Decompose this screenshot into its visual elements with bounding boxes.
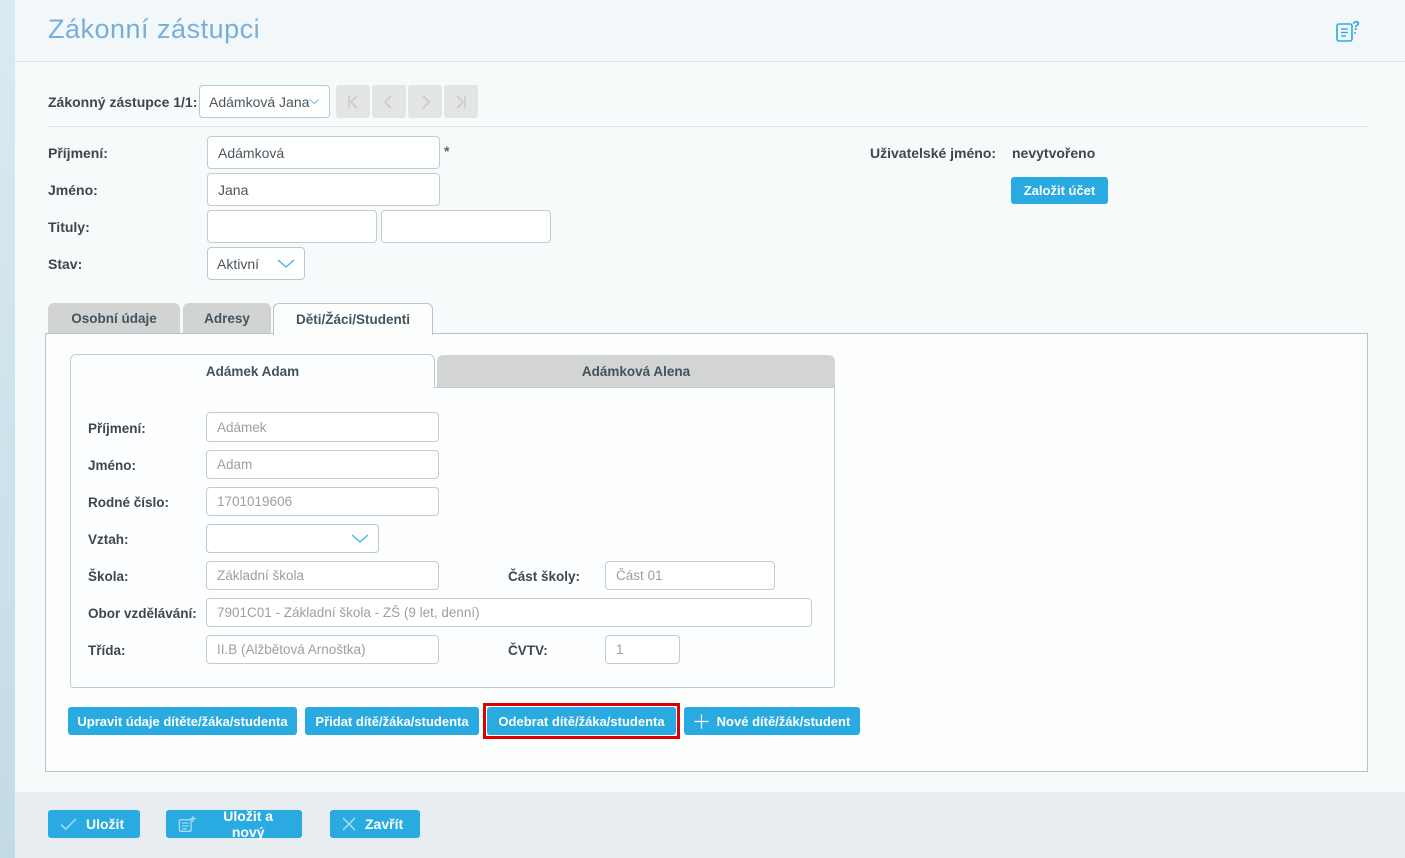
title-after-input[interactable]	[381, 210, 551, 243]
close-button[interactable]: Zavřít	[330, 810, 420, 838]
child-birthnumber-input[interactable]	[206, 487, 439, 516]
child-schoolpart-label: Část školy:	[508, 569, 580, 584]
guardian-selector-label: Zákonný zástupce 1/1:	[48, 94, 197, 110]
last-record-button[interactable]	[444, 85, 478, 118]
child-field-input[interactable]	[206, 598, 812, 627]
child-birthnumber-label: Rodné číslo:	[88, 495, 169, 510]
status-select-value: Aktivní	[217, 256, 259, 272]
surname-label: Příjmení:	[48, 145, 108, 161]
child-field-label: Obor vzdělávání:	[88, 606, 197, 621]
svg-text:?: ?	[1352, 18, 1360, 33]
edit-child-button[interactable]: Upravit údaje dítěte/žáka/studenta	[68, 707, 297, 735]
surname-input[interactable]	[207, 136, 440, 169]
child-school-label: Škola:	[88, 569, 129, 584]
remove-child-button[interactable]: Odebrat dítě/žáka/studenta	[487, 707, 676, 735]
checkmark-icon	[60, 818, 77, 831]
create-account-button[interactable]: Založit účet	[1011, 177, 1108, 204]
save-button[interactable]: Uložit	[48, 810, 140, 838]
guardian-select-value: Adámková Jana	[209, 94, 309, 110]
header-divider	[15, 61, 1405, 62]
titles-label: Tituly:	[48, 219, 90, 235]
required-mark: *	[444, 143, 449, 159]
status-label: Stav:	[48, 256, 82, 272]
new-child-button-label: Nové dítě/žák/student	[717, 714, 851, 729]
document-plus-icon	[178, 815, 197, 833]
child-class-label: Třída:	[88, 643, 126, 658]
first-page-icon	[346, 95, 360, 109]
child-cvtv-input[interactable]	[605, 635, 680, 664]
status-select[interactable]: Aktivní	[207, 247, 305, 280]
tab-children-students[interactable]: Děti/Žáci/Studenti	[273, 303, 433, 335]
child-detail-panel	[70, 387, 835, 688]
firstname-input[interactable]	[207, 173, 440, 206]
previous-record-button[interactable]	[372, 85, 406, 118]
help-doc-question-icon: ?	[1333, 18, 1361, 46]
title-before-input[interactable]	[207, 210, 377, 243]
first-record-button[interactable]	[336, 85, 370, 118]
child-tab-adamek-adam[interactable]: Adámek Adam	[70, 354, 435, 388]
chevron-left-icon	[382, 95, 396, 109]
child-school-input[interactable]	[206, 561, 439, 590]
child-tab-adamkova-alena[interactable]: Adámková Alena	[437, 355, 835, 388]
chevron-right-icon	[418, 95, 432, 109]
new-child-button[interactable]: Nové dítě/žák/student	[684, 707, 860, 735]
tab-personal-data[interactable]: Osobní údaje	[48, 303, 180, 334]
child-class-input[interactable]	[206, 635, 439, 664]
next-record-button[interactable]	[408, 85, 442, 118]
close-icon	[342, 817, 356, 831]
child-firstname-label: Jméno:	[88, 458, 136, 473]
username-value: nevytvořeno	[1012, 145, 1095, 161]
chevron-down-icon	[309, 97, 320, 106]
add-child-button[interactable]: Přidat dítě/žáka/studenta	[305, 707, 479, 735]
guardian-select[interactable]: Adámková Jana	[199, 85, 330, 118]
plus-icon	[694, 714, 709, 729]
help-icon[interactable]: ?	[1333, 18, 1361, 46]
close-button-label: Zavřít	[365, 816, 403, 832]
child-surname-label: Příjmení:	[88, 421, 146, 436]
save-and-new-button[interactable]: Uložit a nový	[166, 810, 302, 838]
chevron-down-icon	[277, 259, 295, 268]
tab-addresses[interactable]: Adresy	[183, 303, 271, 334]
child-relation-label: Vztah:	[88, 532, 129, 547]
selector-divider	[48, 126, 1368, 127]
page-title: Zákonní zástupci	[48, 14, 260, 45]
child-firstname-input[interactable]	[206, 450, 439, 479]
child-relation-select[interactable]	[206, 524, 379, 553]
save-button-label: Uložit	[86, 816, 124, 832]
username-label: Uživatelské jméno:	[870, 145, 996, 161]
chevron-down-icon	[351, 534, 369, 543]
child-surname-input[interactable]	[206, 412, 439, 442]
save-and-new-button-label: Uložit a nový	[206, 808, 290, 840]
firstname-label: Jméno:	[48, 182, 98, 198]
last-page-icon	[454, 95, 468, 109]
guardian-editor-page: Zákonní zástupci ? Zákonný zástupce 1/1:…	[0, 0, 1405, 858]
child-schoolpart-input[interactable]	[605, 561, 775, 590]
child-cvtv-label: ČVTV:	[508, 643, 548, 658]
left-edge-strip	[0, 0, 15, 858]
